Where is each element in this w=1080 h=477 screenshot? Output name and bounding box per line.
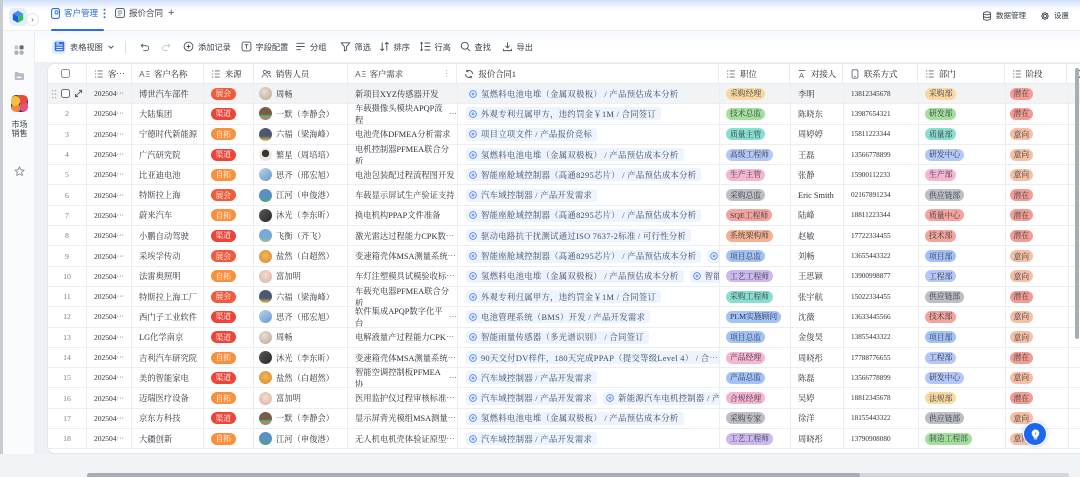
svg-text:A: A <box>355 69 361 79</box>
svg-text:A: A <box>799 71 804 79</box>
svg-text:A: A <box>139 69 145 79</box>
